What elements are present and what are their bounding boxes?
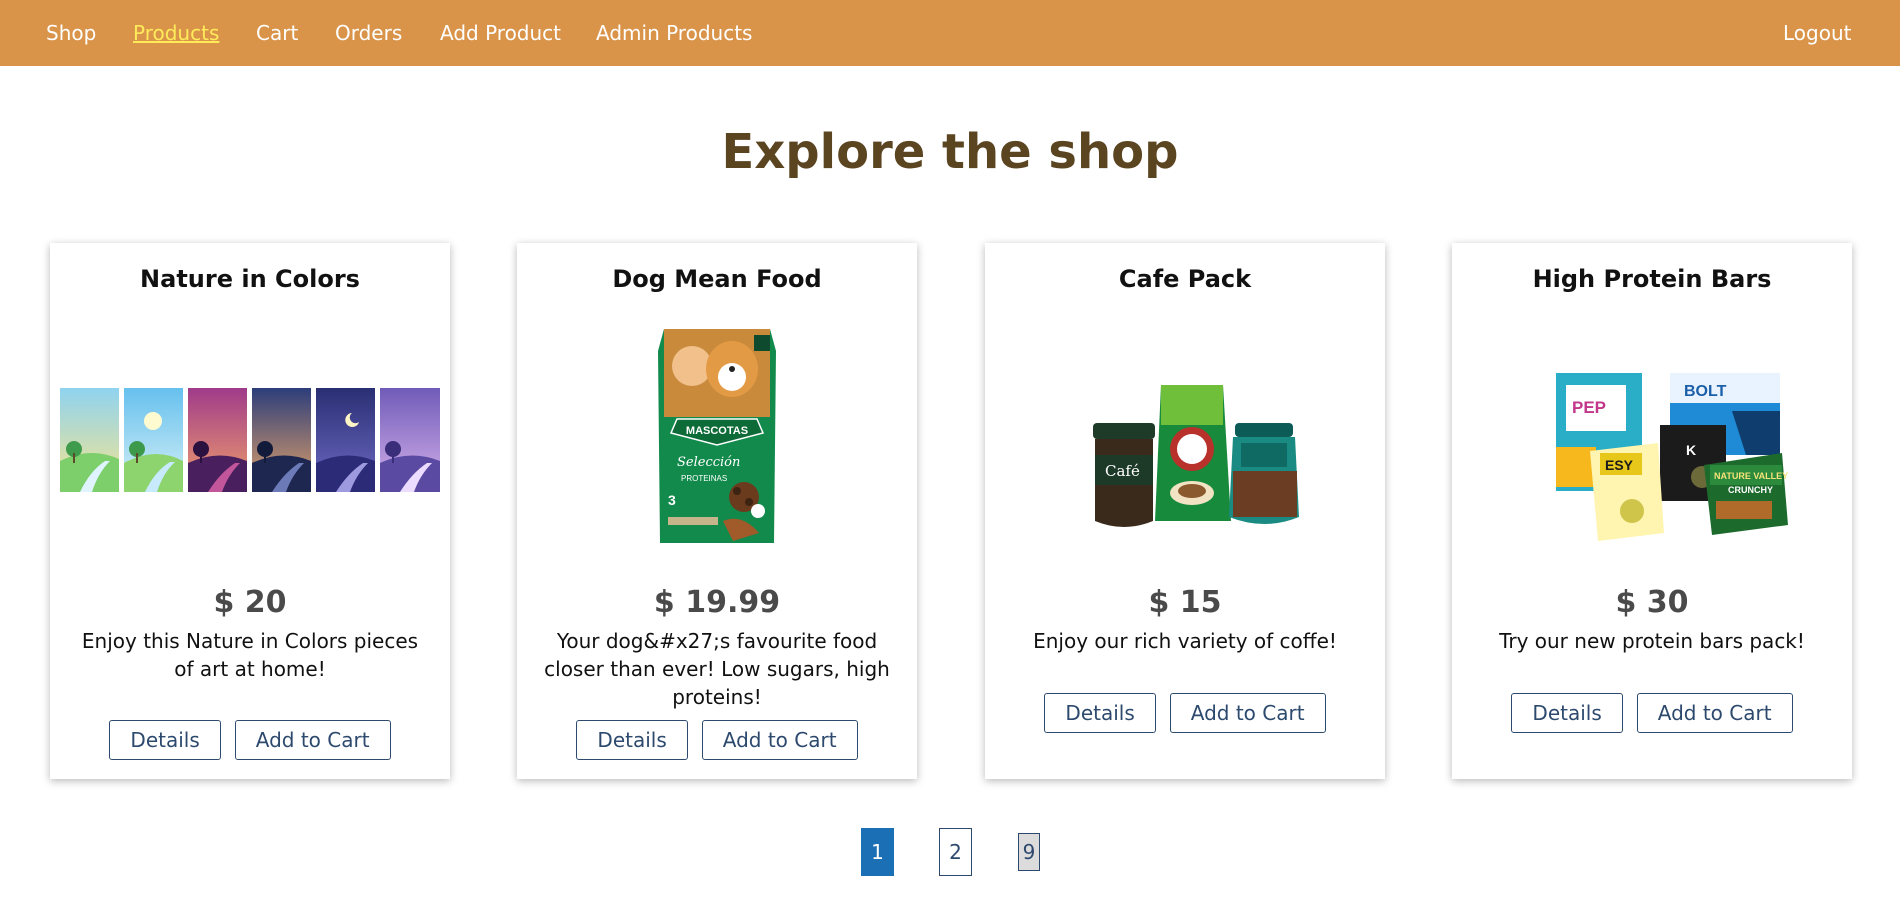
product-card: High Protein Bars PEP BOLT K ESY NATURE …	[1452, 243, 1852, 779]
product-image-dog-food: MASCOTAS Selección PROTEINAS 3	[527, 321, 907, 559]
product-actions: Details Add to Cart	[50, 720, 450, 760]
product-title: Nature in Colors	[140, 265, 360, 293]
product-image-protein-bars: PEP BOLT K ESY NATURE VALLEY CRUNCHY	[1462, 321, 1842, 559]
page-link-last[interactable]: 9	[1018, 833, 1040, 871]
product-price: $ 15	[1148, 585, 1222, 620]
product-title: Cafe Pack	[1118, 265, 1252, 293]
product-price: $ 19.99	[653, 585, 781, 620]
nature-art-image	[60, 388, 440, 492]
nav-add-product[interactable]: Add Product	[440, 20, 561, 46]
add-to-cart-button[interactable]: Add to Cart	[1636, 693, 1793, 733]
pagination: 1 2 9	[0, 828, 1900, 878]
page-title: Explore the shop	[721, 124, 1179, 180]
main-header: Shop Products Cart Orders Add Product Ad…	[0, 0, 1900, 66]
nav-logout[interactable]: Logout	[1783, 20, 1851, 46]
page-link-2[interactable]: 2	[939, 828, 972, 876]
svg-text:3: 3	[668, 492, 676, 508]
jar-label-text: Café	[1105, 462, 1140, 480]
details-button[interactable]: Details	[576, 720, 688, 760]
bag-line-text: Selección	[677, 455, 740, 470]
details-button[interactable]: Details	[1044, 693, 1156, 733]
dog-food-bag-image: MASCOTAS Selección PROTEINAS 3	[658, 329, 776, 543]
product-image-coffee: Café	[995, 321, 1375, 559]
product-card: Nature in Colors $ 20 Enjoy this Nature …	[50, 243, 450, 779]
box4b-text: CRUNCHY	[1728, 485, 1773, 495]
box2-text: BOLT	[1684, 383, 1727, 400]
bag-brand-text: MASCOTAS	[686, 425, 748, 437]
nav-cart[interactable]: Cart	[256, 20, 298, 46]
product-price: $ 30	[1615, 585, 1689, 620]
product-title: High Protein Bars	[1532, 265, 1772, 293]
product-card: Dog Mean Food MASCOTAS Selección PROTEIN…	[517, 243, 917, 779]
product-description: Enjoy our rich variety of coffe!	[1033, 629, 1337, 653]
nav-admin-products[interactable]: Admin Products	[596, 20, 752, 46]
coffee-products-image: Café	[1093, 385, 1299, 527]
product-image-nature	[60, 321, 440, 559]
product-description: Enjoy this Nature in Colors pieces of ar…	[81, 629, 419, 681]
nav-products[interactable]: Products	[133, 20, 219, 46]
product-actions: Details Add to Cart	[1452, 693, 1852, 733]
details-button[interactable]: Details	[109, 720, 221, 760]
box3-text: ESY	[1605, 457, 1634, 473]
add-to-cart-button[interactable]: Add to Cart	[1169, 693, 1326, 733]
add-to-cart-button[interactable]: Add to Cart	[701, 720, 858, 760]
product-description: Try our new protein bars pack!	[1499, 629, 1805, 653]
details-button[interactable]: Details	[1511, 693, 1623, 733]
bag-line2-text: PROTEINAS	[681, 474, 727, 483]
nav-shop[interactable]: Shop	[46, 20, 96, 46]
page-link-1[interactable]: 1	[861, 828, 894, 876]
product-card: Cafe Pack Café $ 15 Enjoy our rich varie…	[985, 243, 1385, 779]
box4-text: NATURE VALLEY	[1714, 471, 1788, 481]
nav-orders[interactable]: Orders	[335, 20, 402, 46]
product-title: Dog Mean Food	[612, 265, 822, 293]
product-actions: Details Add to Cart	[985, 693, 1385, 733]
product-price: $ 20	[213, 585, 287, 620]
product-actions: Details Add to Cart	[517, 720, 917, 760]
box1-text: PEP	[1572, 398, 1606, 417]
add-to-cart-button[interactable]: Add to Cart	[234, 720, 391, 760]
product-description: Your dog&#x27;s favourite food closer th…	[544, 629, 890, 709]
svg-text:K: K	[1686, 442, 1696, 458]
protein-bars-image: PEP BOLT K ESY NATURE VALLEY CRUNCHY	[1556, 373, 1788, 541]
